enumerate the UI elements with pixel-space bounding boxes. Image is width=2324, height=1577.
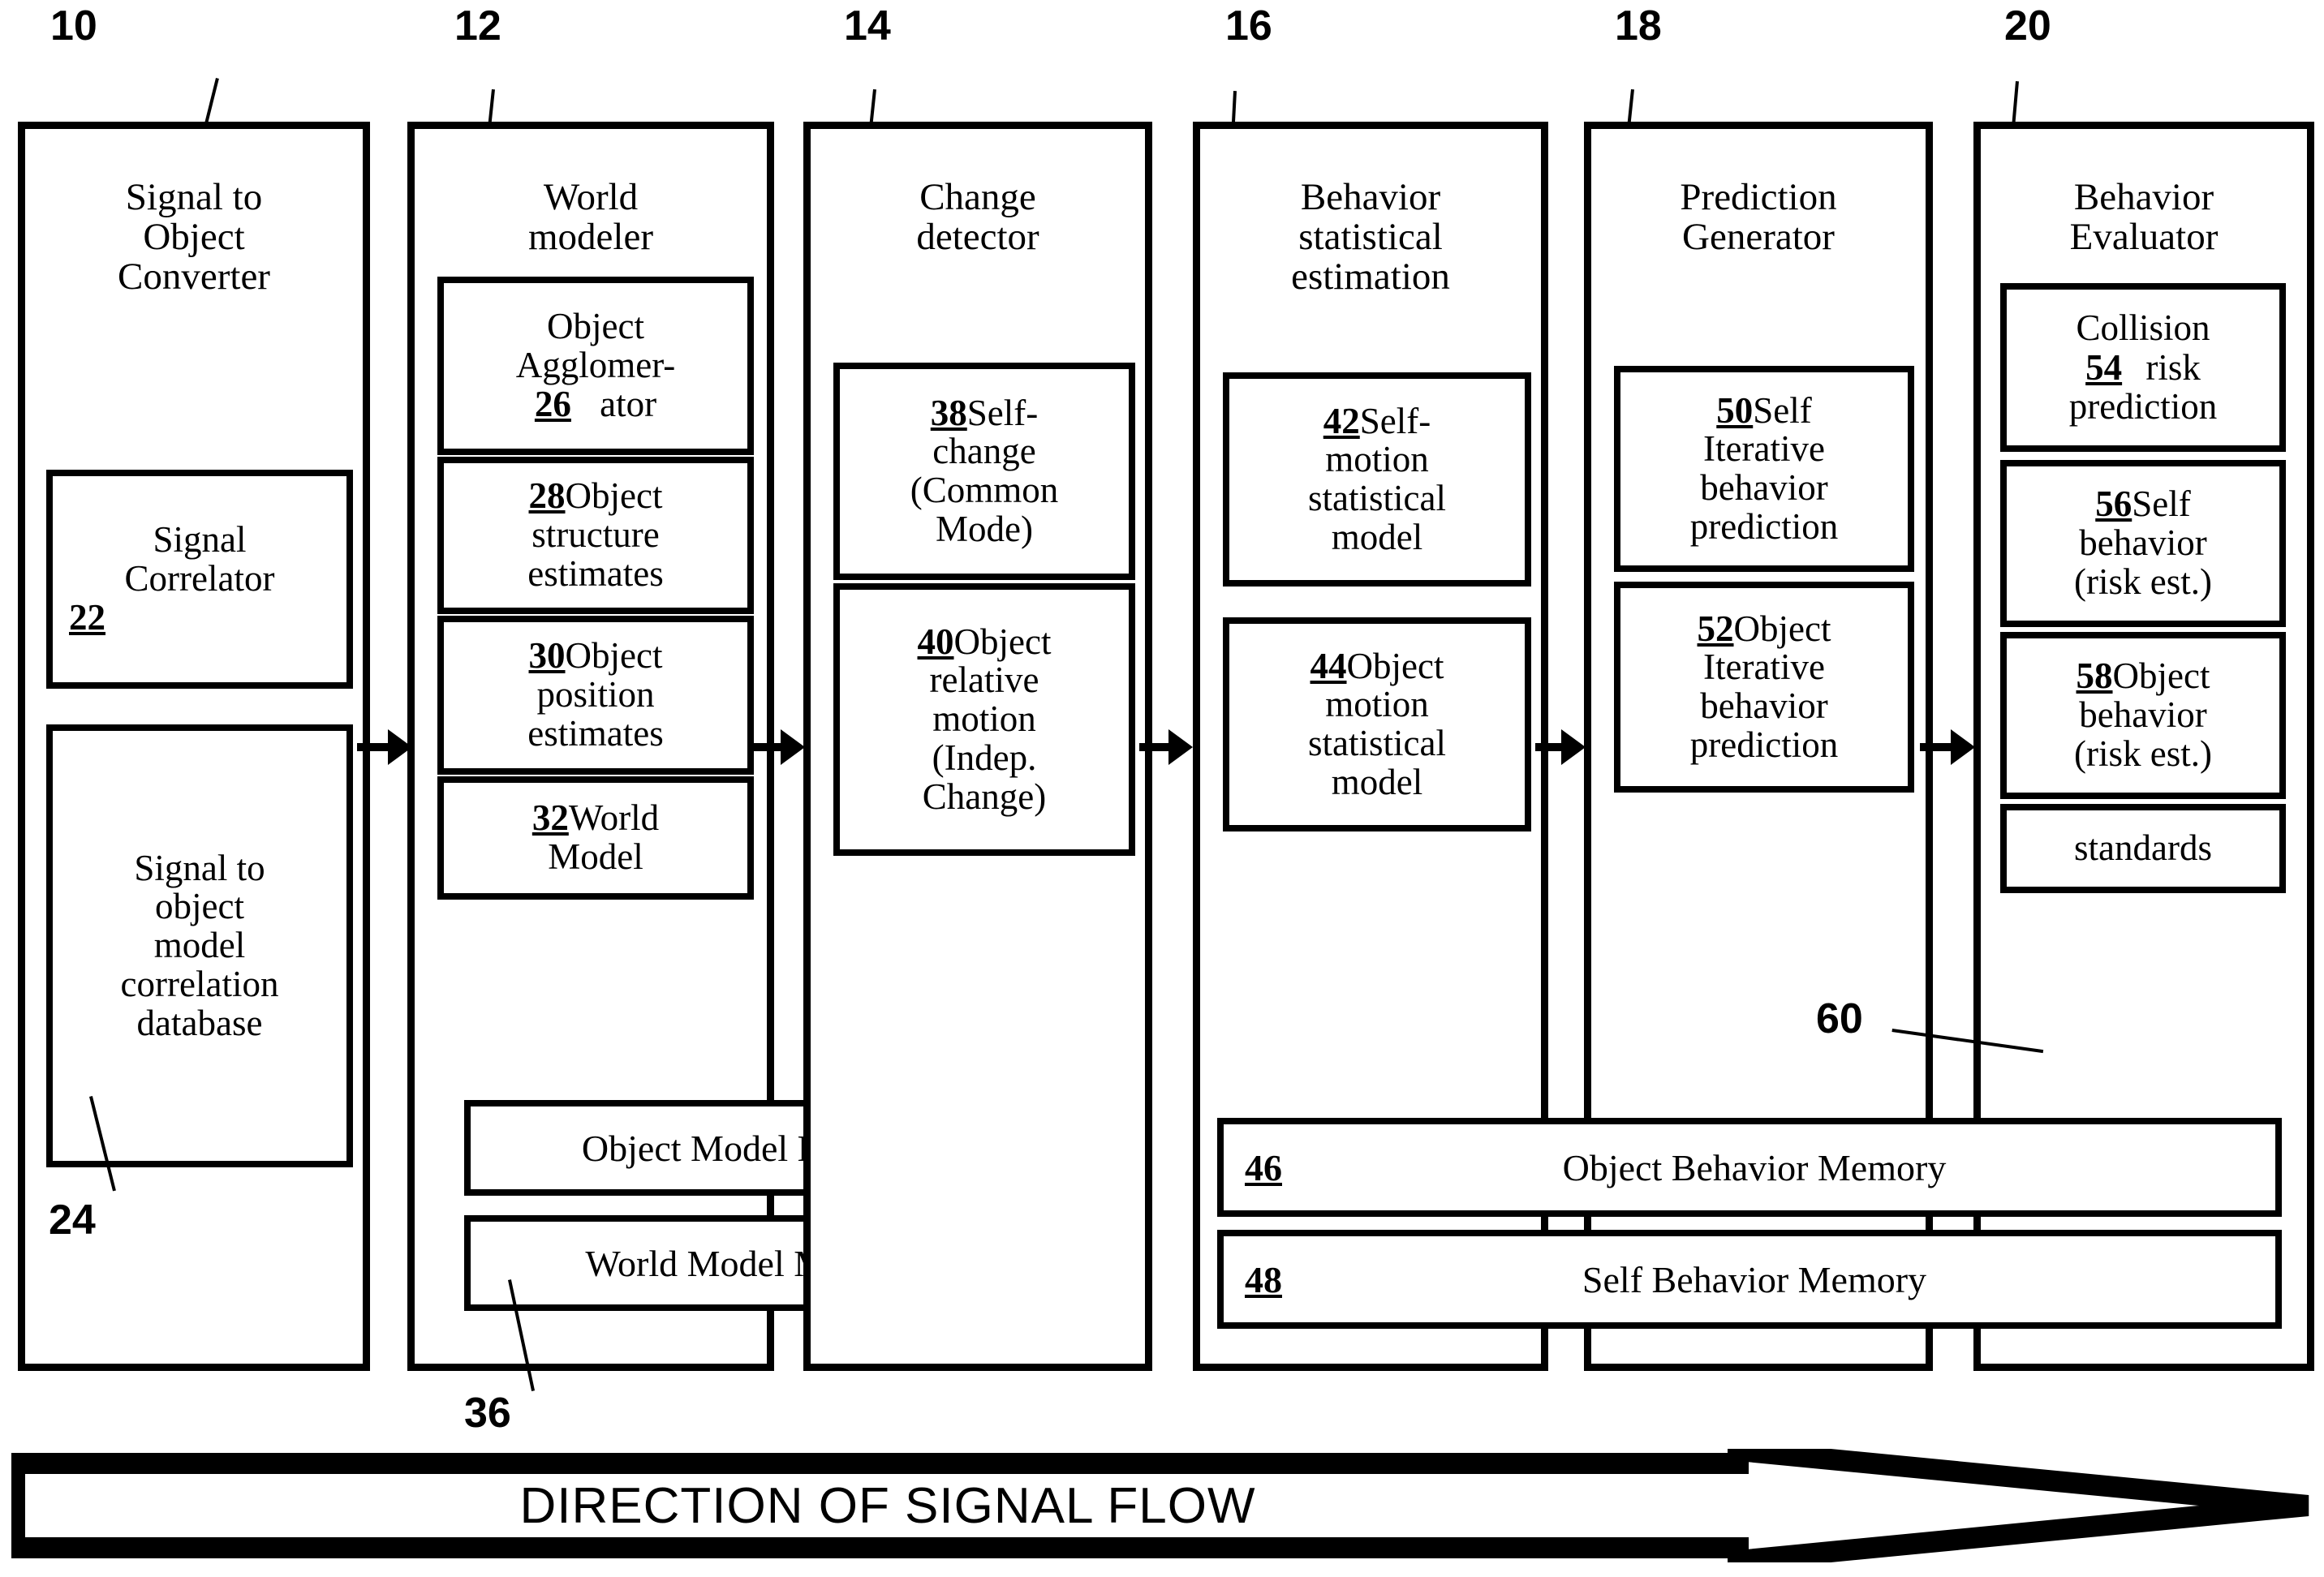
stage-signal-to-object-converter: Signal to Object Converter Signal Correlato…: [18, 122, 370, 1371]
box-number-26: 26: [534, 383, 571, 424]
box-object-iterative-behavior-prediction: 52Object Iterative behavior prediction: [1614, 582, 1914, 793]
stage-title-behavior-evaluator: Behavior Evaluator: [2069, 176, 2219, 258]
reference-numeral-20: 20: [2004, 2, 2051, 49]
memory-label-object-behavior-memory: Object Behavior Memory: [1562, 1146, 1947, 1188]
box-number-30: 30: [528, 635, 566, 677]
reference-numeral-12: 12: [454, 2, 501, 49]
reference-numeral-18: 18: [1615, 2, 1662, 49]
box-self-change-common-mode: 38Self-change (Common Mode): [833, 363, 1135, 580]
box-label-signal-correlator: Signal Correlator: [124, 519, 275, 599]
box-number-40: 40: [917, 621, 954, 662]
box-number-50: 50: [1716, 389, 1754, 431]
box-object-structure-estimates: 28Object structure estimates: [437, 457, 754, 614]
memory-object-behavior-memory: 46 Object Behavior Memory: [1217, 1118, 2282, 1217]
memory-label-self-behavior-memory: Self Behavior Memory: [1582, 1258, 1927, 1300]
box-number-44: 44: [1310, 645, 1347, 686]
memory-self-behavior-memory: 48 Self Behavior Memory: [1217, 1230, 2282, 1329]
flow-arrow-5-6: [1920, 729, 1975, 765]
reference-numeral-14: 14: [844, 2, 891, 49]
box-object-motion-statistical-model: 44Object motion statistical model: [1223, 617, 1531, 831]
box-label-risk: risk: [2145, 346, 2201, 388]
box-object-position-estimates: 30Object position estimates: [437, 616, 754, 775]
reference-numeral-24: 24: [49, 1197, 96, 1244]
box-number-54: 54: [2085, 346, 2123, 388]
box-label-prediction: prediction: [2068, 386, 2218, 428]
box-object-behavior-risk-est: 58Object behavior (risk est.): [2000, 632, 2286, 799]
box-label-collision: Collision: [2076, 307, 2210, 349]
stage-title-prediction-generator: Prediction Generator: [1680, 176, 1837, 258]
reference-numeral-60: 60: [1816, 995, 1863, 1042]
box-number-32: 32: [532, 797, 569, 839]
flow-arrow-1-2: [357, 729, 412, 765]
box-label-self-iterative-behavior-prediction: Self Iterative behavior prediction: [1689, 389, 1839, 547]
flow-arrow-3-4: [1139, 729, 1193, 765]
memory-number-48: 48: [1245, 1258, 1282, 1300]
box-number-38: 38: [930, 392, 967, 433]
stage-change-detector: Change detector 38Self-change (Common Mode)…: [803, 122, 1152, 1371]
box-number-58: 58: [2076, 655, 2113, 697]
stage-title-change-detector: Change detector: [916, 176, 1039, 258]
box-number-56: 56: [2095, 483, 2132, 525]
box-world-model: 32World Model: [437, 776, 754, 900]
box-label-standards: standards: [2074, 827, 2212, 869]
direction-of-signal-flow-arrow: DIRECTION OF SIGNAL FLOW: [11, 1449, 2313, 1562]
direction-of-signal-flow-label: DIRECTION OF SIGNAL FLOW: [519, 1477, 1256, 1534]
reference-numeral-10: 10: [50, 2, 97, 49]
reference-numeral-16: 16: [1225, 2, 1272, 49]
memory-number-46: 46: [1245, 1146, 1282, 1188]
patent-figure: 10 12 14 16 18 20 Signal to Object Convert…: [0, 0, 2324, 1577]
box-self-behavior-risk-est: 56Self behavior (risk est.): [2000, 460, 2286, 627]
box-signal-correlator: Signal Correlator 22: [46, 470, 353, 689]
box-self-iterative-behavior-prediction: 50Self Iterative behavior prediction: [1614, 366, 1914, 572]
box-standards: standards: [2000, 804, 2286, 893]
box-number-52: 52: [1697, 608, 1734, 649]
box-number-22: 22: [69, 596, 105, 638]
flow-arrow-4-5: [1535, 729, 1586, 765]
stage-title-world-modeler: World modeler: [528, 176, 653, 258]
box-object-relative-motion-indep-change: 40Object relative motion (Indep. Change): [833, 583, 1135, 856]
box-self-motion-statistical-model: 42Self-motion statistical model: [1223, 372, 1531, 587]
reference-numeral-36: 36: [464, 1390, 511, 1437]
stage-title-behavior-statistical-estimation: Behavior statistical estimation: [1291, 176, 1450, 298]
stage-title-signal-to-object-converter: Signal to Object Converter: [118, 176, 270, 298]
flow-arrow-2-3: [753, 729, 805, 765]
box-label-object-agglomerator: Object Agglomer-: [515, 306, 676, 386]
box-object-agglomerator: Object Agglomer- 26 ator: [437, 277, 754, 455]
box-collision-risk-prediction: Collision 54 risk prediction: [2000, 283, 2286, 452]
box-number-28: 28: [528, 475, 566, 517]
box-number-42: 42: [1323, 400, 1360, 441]
box-label-signal-to-object-model-correlation-database: Signal to object model correlation database: [120, 847, 279, 1043]
box-label-object-agglomerator-tail: ator: [600, 383, 657, 424]
